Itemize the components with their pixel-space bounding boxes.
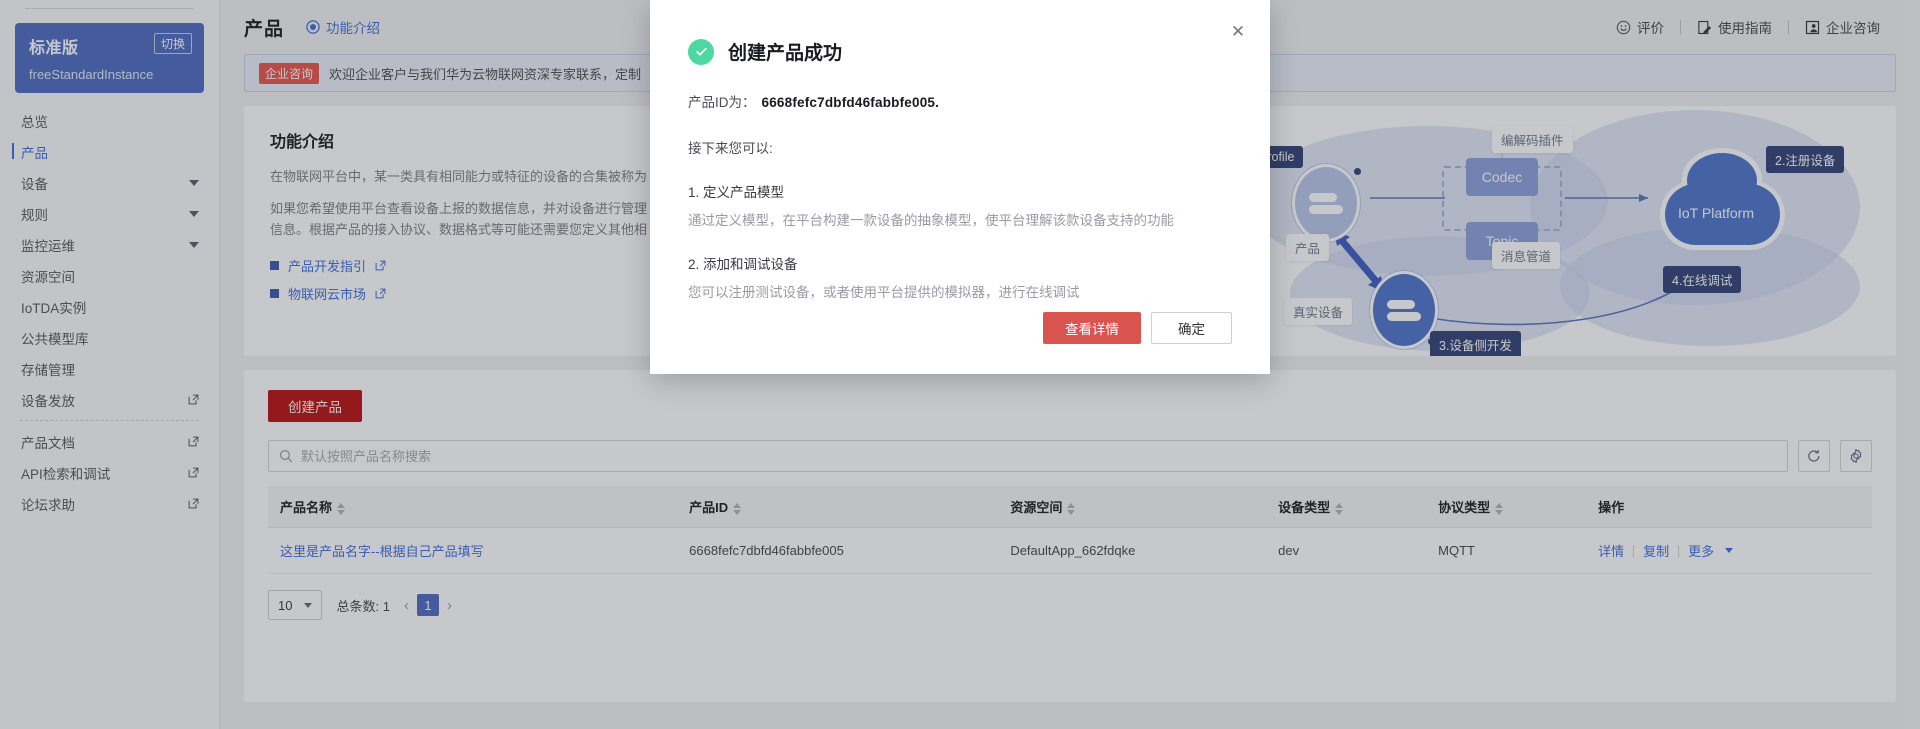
close-icon[interactable]: ✕ xyxy=(1228,22,1248,42)
step-2-heading: 2. 添加和调试设备 xyxy=(688,257,798,272)
view-detail-button[interactable]: 查看详情 xyxy=(1043,312,1141,344)
step-2: 2. 添加和调试设备 您可以注册测试设备，或者使用平台提供的模拟器，进行在线调试 xyxy=(688,253,1232,301)
next-steps-label: 接下来您可以: xyxy=(688,141,773,156)
modal-actions: 查看详情 确定 xyxy=(1043,312,1232,344)
modal-title: 创建产品成功 xyxy=(728,43,843,64)
step-1: 1. 定义产品模型 通过定义模型，在平台构建一款设备的抽象模型，使平台理解该款设… xyxy=(688,181,1232,229)
step-1-heading: 1. 定义产品模型 xyxy=(688,185,785,200)
product-id-row: 产品ID为： 6668fefc7dbfd46fabbfe005. xyxy=(688,91,1232,111)
product-id-value: 6668fefc7dbfd46fabbfe005. xyxy=(761,95,940,110)
success-check-icon xyxy=(688,38,714,65)
confirm-button[interactable]: 确定 xyxy=(1151,312,1232,344)
product-id-label: 产品ID为： xyxy=(688,95,756,110)
create-product-success-modal: ✕ 创建产品成功 产品ID为： 6668fefc7dbfd46fabbfe005.… xyxy=(650,0,1270,374)
step-2-desc: 您可以注册测试设备，或者使用平台提供的模拟器，进行在线调试 xyxy=(688,285,1080,300)
step-1-desc: 通过定义模型，在平台构建一款设备的抽象模型，使平台理解该款设备支持的功能 xyxy=(688,213,1174,228)
modal-header: 创建产品成功 xyxy=(688,38,1232,65)
